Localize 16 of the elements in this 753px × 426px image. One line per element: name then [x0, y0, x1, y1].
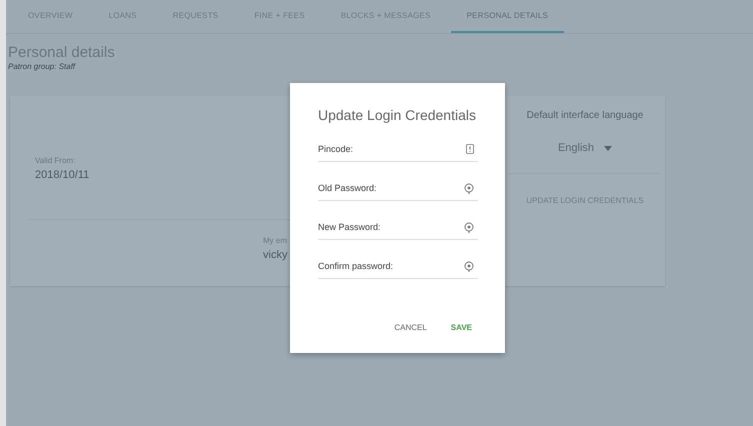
save-button[interactable]: SAVE [444, 319, 478, 336]
language-label: Default interface language [526, 110, 644, 121]
info-icon [466, 144, 474, 154]
field-value: 2018/10/11 [35, 169, 90, 181]
field-value: vicky [263, 249, 288, 261]
language-select[interactable]: English [510, 139, 660, 174]
input-field[interactable]: New Password: [318, 215, 478, 240]
input-field[interactable]: Confirm password: [318, 254, 478, 279]
caret-icon [604, 146, 612, 150]
update-credentials-link[interactable]: UPDATE LOGIN CREDENTIALS [526, 196, 644, 205]
tab[interactable]: PERSONAL DETAILS [450, 0, 564, 33]
dialog-title: Update Login Credentials [318, 107, 477, 123]
patron-group: Patron group: Staff [8, 62, 753, 71]
input-field[interactable]: Old Password: [318, 176, 478, 201]
cancel-button[interactable]: CANCEL [388, 319, 433, 336]
input-field[interactable]: Pincode: [318, 137, 478, 162]
